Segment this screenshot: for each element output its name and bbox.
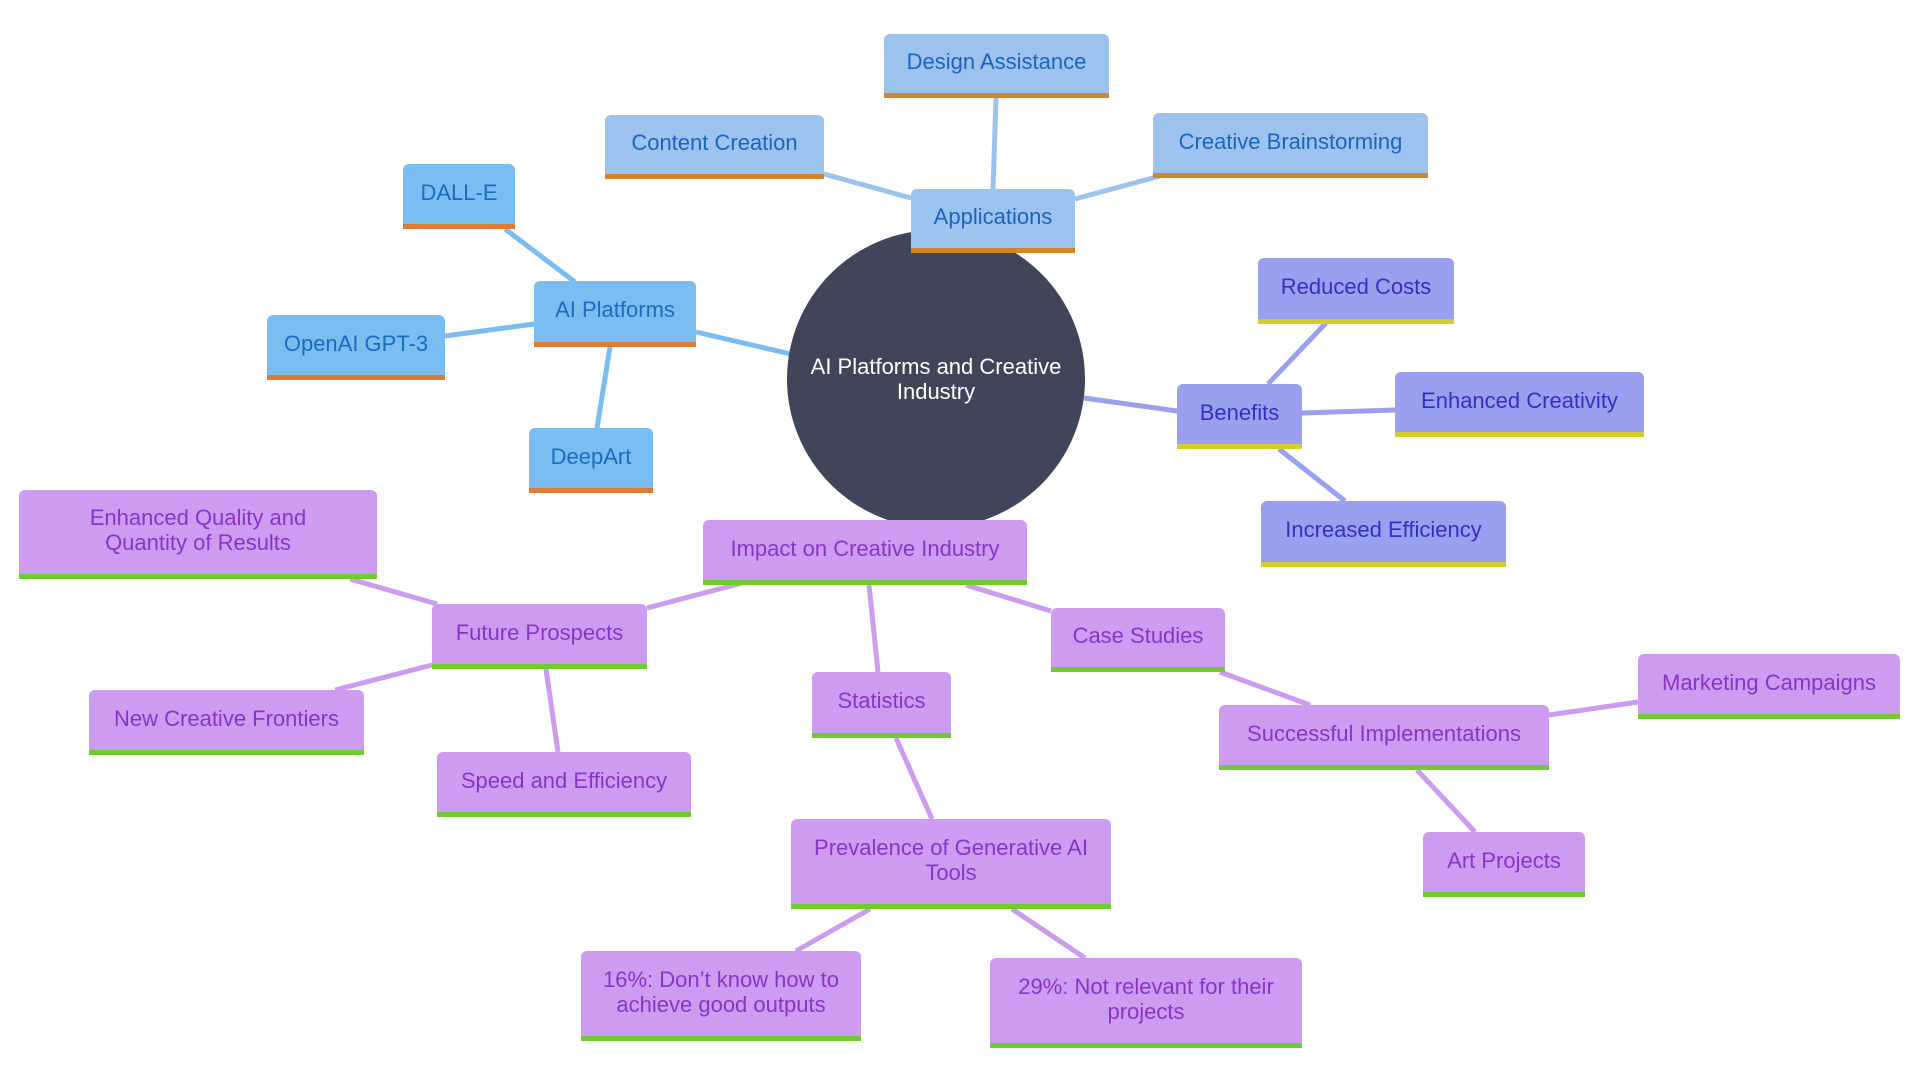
edge-impact-future — [646, 580, 743, 611]
node-label: Future Prospects — [455, 619, 624, 645]
node-label: Enhanced Creativity — [1421, 387, 1618, 413]
node-label: Successful Implementations — [1247, 720, 1521, 746]
node-dalle[interactable]: DALL-E — [403, 164, 515, 229]
node-label: Design Assistance — [906, 49, 1087, 74]
node-increased-efficiency[interactable]: Increased Efficiency — [1261, 501, 1506, 567]
edge-impact-case-studies — [965, 582, 1052, 614]
node-label: Case Studies — [1072, 623, 1204, 648]
edge-root-benefits — [1083, 395, 1178, 414]
node-art-projects[interactable]: Art Projects — [1423, 832, 1585, 897]
edge-prevalence-16 — [794, 906, 872, 954]
node-label: Statistics — [837, 688, 926, 713]
node-label: New Creative Frontiers — [114, 705, 339, 731]
node-label: Applications — [933, 204, 1053, 229]
node-benefits[interactable]: Benefits — [1177, 384, 1302, 449]
node-reduced-costs[interactable]: Reduced Costs — [1258, 258, 1454, 324]
node-label: Enhanced Quality and Quantity of Results — [89, 505, 307, 555]
edge-statistics-prevalence — [893, 736, 935, 821]
node-ai-platforms[interactable]: AI Platforms — [534, 281, 696, 347]
edge-benefits-reduced — [1266, 321, 1328, 386]
node-impact[interactable]: Impact on Creative Industry — [703, 520, 1027, 585]
node-label: DeepArt — [550, 443, 632, 469]
node-label: Marketing Campaigns — [1662, 669, 1876, 695]
edge-ai-platforms-dalle — [503, 227, 577, 284]
edge-future-quality — [349, 576, 438, 607]
node-prevalence[interactable]: Prevalence of Generative AI Tools — [791, 819, 1111, 909]
node-new-creative-frontiers[interactable]: New Creative Frontiers — [89, 690, 364, 755]
root-label: AI Platforms and Creative Industry — [810, 354, 1062, 404]
node-successful-implementations[interactable]: Successful Implementations — [1219, 705, 1549, 770]
edge-future-frontiers — [334, 662, 433, 693]
node-content-creation[interactable]: Content Creation — [605, 115, 824, 179]
node-speed-efficiency[interactable]: Speed and Efficiency — [437, 752, 691, 817]
node-openai-gpt3[interactable]: OpenAI GPT-3 — [267, 315, 445, 380]
edge-prevalence-29 — [1010, 906, 1087, 961]
node-label: Reduced Costs — [1280, 274, 1432, 299]
node-label: AI Platforms — [555, 297, 675, 322]
root-node[interactable]: AI Platforms and Creative Industry — [787, 230, 1085, 528]
node-label: OpenAI GPT-3 — [283, 330, 429, 356]
node-label: Content Creation — [631, 130, 798, 155]
edge-root-ai-platforms — [695, 329, 796, 358]
node-creative-brainstorming[interactable]: Creative Brainstorming — [1153, 113, 1428, 178]
edge-case-successful — [1219, 669, 1311, 708]
node-enhanced-creativity[interactable]: Enhanced Creativity — [1395, 372, 1644, 437]
edge-applications-brainstorming — [1074, 173, 1161, 202]
node-label: Increased Efficiency — [1285, 517, 1482, 542]
edge-applications-design — [990, 97, 999, 190]
node-label: 29%: Not relevant for their projects — [1018, 973, 1274, 1024]
node-label: Creative Brainstorming — [1178, 128, 1403, 154]
node-applications[interactable]: Applications — [911, 189, 1075, 253]
edge-ai-platforms-openai — [444, 321, 535, 339]
edge-applications-content — [823, 171, 912, 201]
edge-impact-statistics — [866, 584, 881, 673]
edge-future-speed — [543, 668, 561, 753]
edge-successful-art — [1415, 768, 1477, 834]
node-label: Prevalence of Generative AI Tools — [814, 834, 1088, 885]
node-stat-29-percent[interactable]: 29%: Not relevant for their projects — [990, 958, 1302, 1048]
node-deepart[interactable]: DeepArt — [529, 428, 653, 493]
node-label: Benefits — [1199, 399, 1280, 425]
node-stat-16-percent[interactable]: 16%: Don’t know how to achieve good outp… — [581, 951, 861, 1041]
edge-successful-marketing — [1548, 699, 1639, 718]
node-label: 16%: Don’t know how to achieve good outp… — [602, 966, 840, 1017]
edge-benefits-creativity — [1301, 407, 1396, 416]
node-label: Art Projects — [1447, 847, 1561, 873]
node-label: DALL-E — [420, 179, 498, 205]
edge-benefits-efficiency — [1277, 447, 1347, 503]
node-design-assistance[interactable]: Design Assistance — [884, 34, 1109, 98]
node-statistics[interactable]: Statistics — [812, 672, 951, 738]
node-label: Impact on Creative Industry — [730, 535, 1000, 561]
node-enhanced-quality[interactable]: Enhanced Quality and Quantity of Results — [19, 490, 377, 579]
node-case-studies[interactable]: Case Studies — [1051, 608, 1225, 672]
node-marketing-campaigns[interactable]: Marketing Campaigns — [1638, 654, 1900, 719]
node-future-prospects[interactable]: Future Prospects — [432, 604, 647, 669]
edge-ai-platforms-deepart — [594, 346, 613, 429]
node-label: Speed and Efficiency — [460, 767, 668, 793]
